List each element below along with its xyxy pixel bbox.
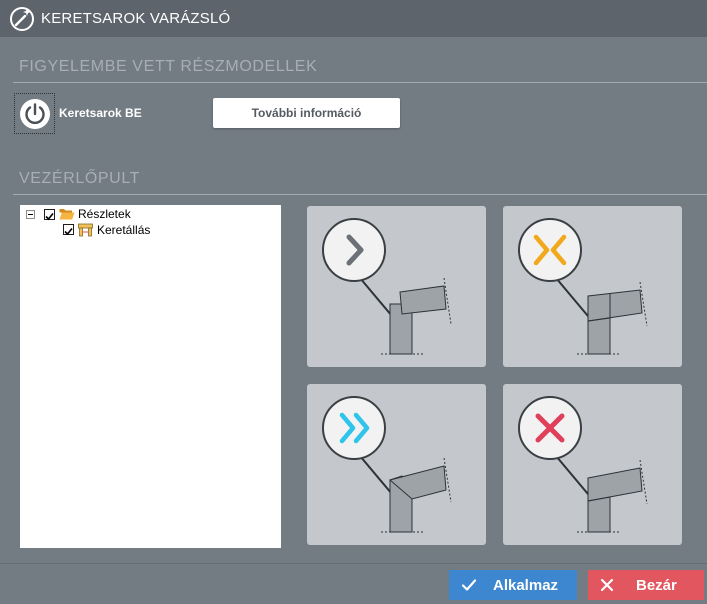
- action-tile-remove[interactable]: [503, 384, 682, 545]
- keretsarok-power-toggle[interactable]: [14, 93, 55, 134]
- frame-icon: [78, 223, 93, 237]
- frame-corner-illustration: [322, 218, 452, 355]
- tree-label-reszletek[interactable]: Részletek: [78, 207, 131, 221]
- tree-node-keretallas: Keretállás: [20, 223, 281, 237]
- control-panel-section-header: VEZÉRLŐPULT: [19, 170, 140, 187]
- action-tile-adjust[interactable]: [503, 206, 682, 367]
- checkmark-icon: [45, 212, 54, 221]
- section-divider: [13, 194, 707, 195]
- footer-divider: [0, 563, 707, 564]
- checkmark-icon: [461, 579, 477, 591]
- close-icon: [600, 578, 614, 592]
- checkmark-icon: [64, 227, 73, 236]
- window-title: KERETSAROK VARÁZSLÓ: [41, 10, 231, 27]
- tree-checkbox-keretallas[interactable]: [63, 224, 74, 236]
- close-button[interactable]: Bezár: [588, 570, 704, 600]
- apply-button-label: Alkalmaz: [493, 577, 559, 594]
- wizard-icon: [10, 7, 34, 31]
- action-tile-next[interactable]: [307, 206, 486, 367]
- close-button-label: Bezár: [636, 577, 677, 594]
- power-icon: [20, 99, 50, 129]
- action-tile-skip[interactable]: [307, 384, 486, 545]
- tree-checkbox-reszletek[interactable]: [44, 209, 55, 221]
- submodels-section-header: FIGYELEMBE VETT RÉSZMODELLEK: [19, 58, 318, 75]
- tree-node-reszletek: Részletek: [20, 207, 281, 221]
- frame-corner-illustration: [322, 396, 452, 533]
- frame-corner-illustration: [518, 218, 648, 355]
- section-divider: [13, 82, 707, 83]
- tree-collapse-toggle[interactable]: [26, 210, 35, 219]
- tree-label-keretallas[interactable]: Keretállás: [97, 223, 150, 237]
- detail-tree: Részletek Keretállás: [20, 205, 281, 548]
- more-info-button[interactable]: További információ: [213, 98, 400, 128]
- title-bar: KERETSAROK VARÁZSLÓ: [0, 0, 707, 37]
- frame-corner-illustration: [518, 396, 648, 533]
- keretsarok-toggle-label: Keretsarok BE: [59, 106, 142, 120]
- apply-button[interactable]: Alkalmaz: [449, 570, 577, 600]
- folder-open-icon: [59, 209, 75, 220]
